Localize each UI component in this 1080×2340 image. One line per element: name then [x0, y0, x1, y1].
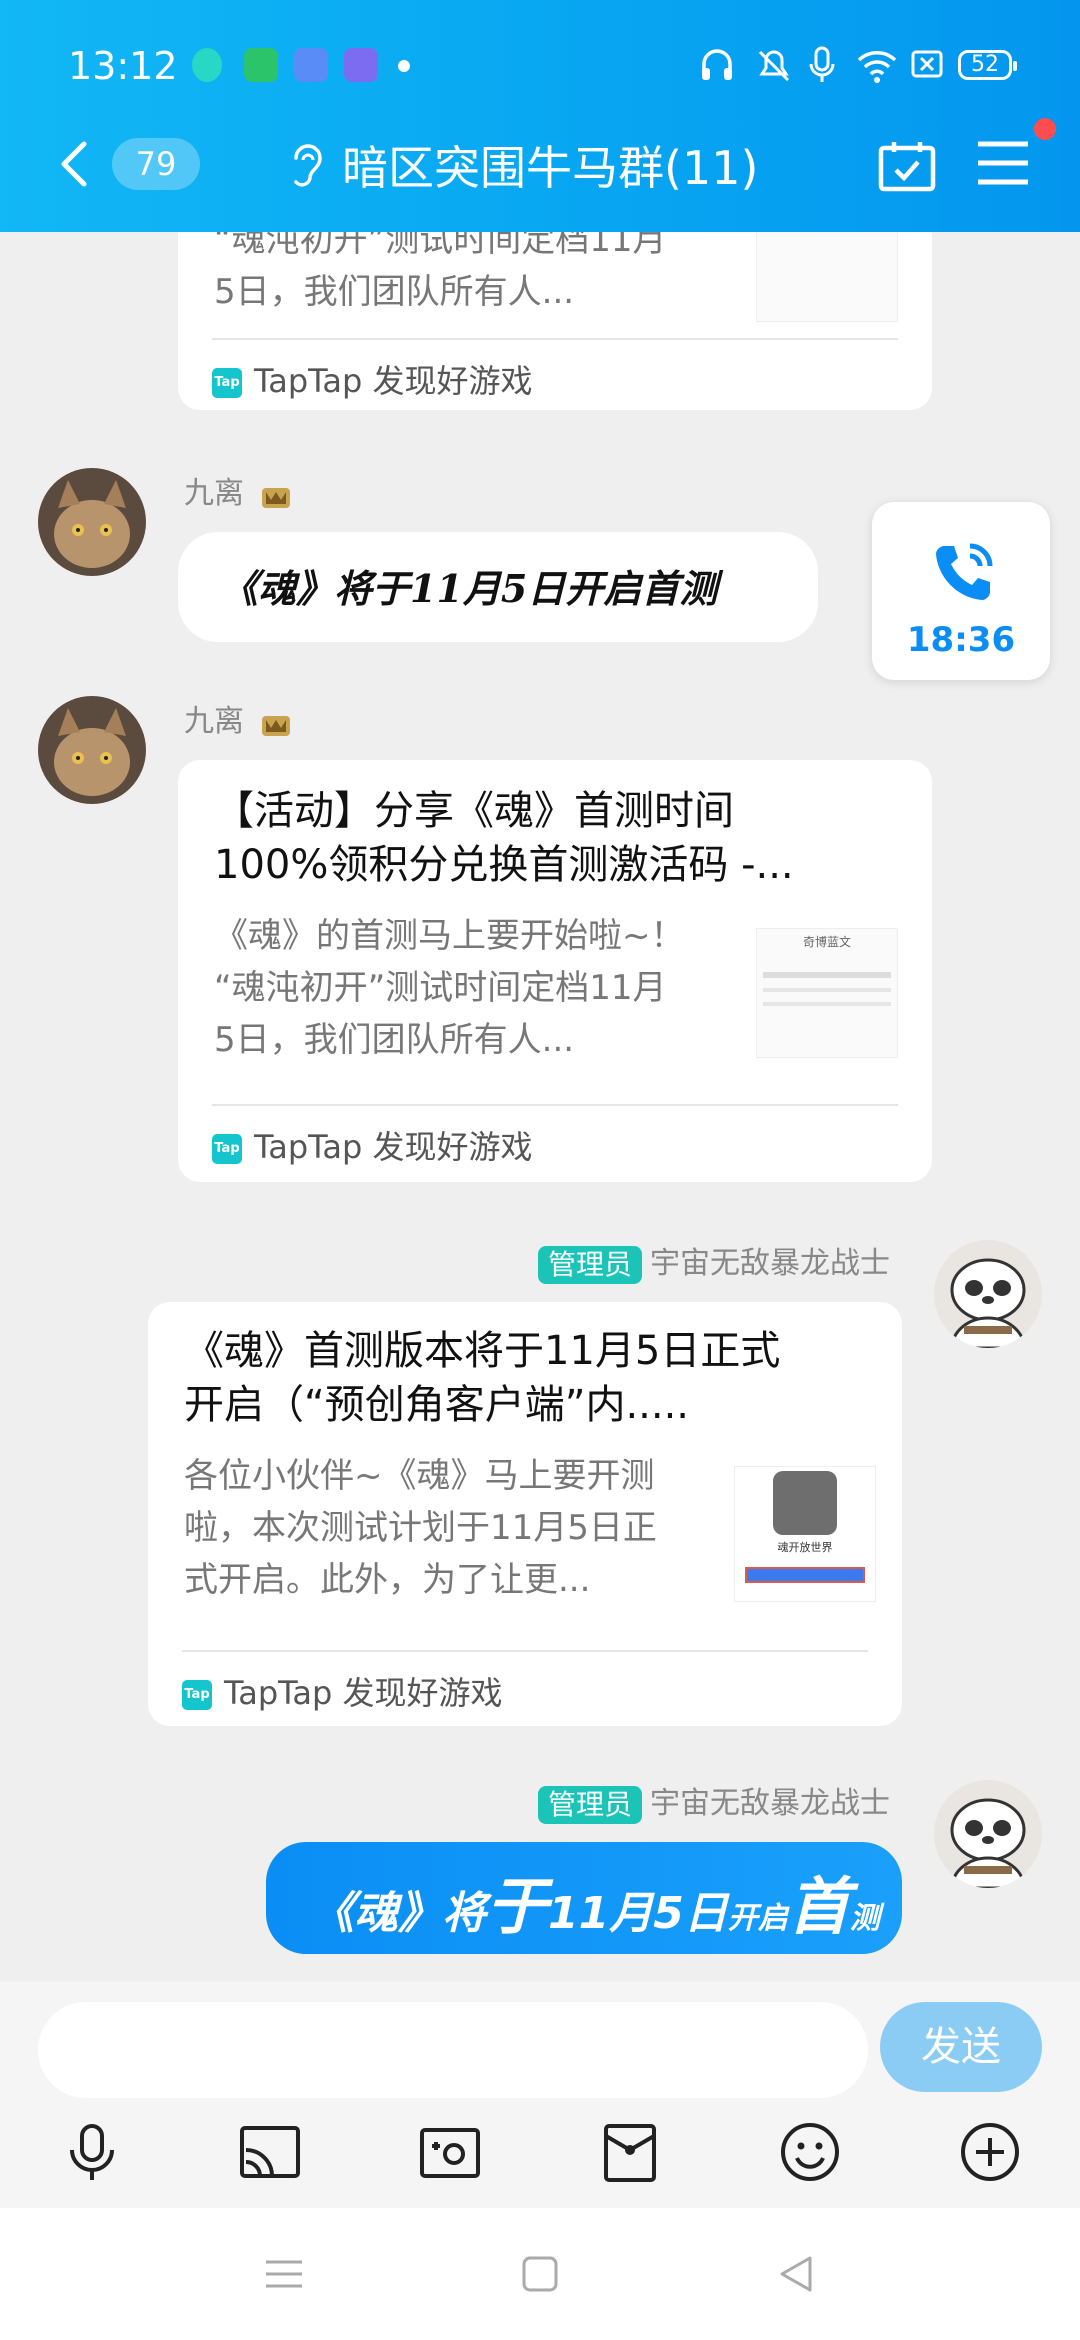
card-thumbnail — [756, 232, 898, 322]
styled-text-message-bubble[interactable]: 《魂》将于11月5日开启首测 — [266, 1842, 902, 1954]
chat-header: 13:12 52 79 暗区突围牛马群(11) — [0, 0, 1080, 232]
avatar[interactable] — [38, 468, 146, 576]
message-input[interactable] — [38, 2002, 868, 2098]
admin-badge: 管理员 — [537, 1245, 642, 1284]
back-triangle-icon[interactable] — [774, 2252, 818, 2296]
message-text: 《魂》将于11月5日开启首测 — [310, 1856, 880, 1946]
message-list[interactable]: “魂沌初开”测试时间定档11月 5日，我们团队所有人... Tap TapTap … — [0, 232, 1080, 1982]
phone-icon — [936, 543, 993, 600]
sender-name-label: 宇宙无敌暴龙战士 — [650, 1246, 890, 1281]
avatar[interactable] — [38, 696, 146, 804]
sender-name-label: 九离 — [184, 476, 244, 511]
microphone-status-icon — [809, 46, 835, 82]
ongoing-call-widget[interactable]: 18:36 — [872, 502, 1050, 680]
taptap-icon: Tap — [212, 368, 242, 398]
emoji-icon[interactable] — [778, 2120, 842, 2184]
thumbnail-caption: 奇博蓝文 — [802, 935, 851, 949]
message-text-part: 开启 — [727, 1901, 788, 1936]
card-source: Tap TapTap 发现好游戏 — [212, 356, 533, 402]
chevron-left-icon[interactable] — [54, 138, 94, 190]
sender-name-label: 宇宙无敌暴龙战士 — [650, 1786, 890, 1821]
message-text-part: 测 — [849, 1901, 880, 1936]
mute-bell-icon — [758, 50, 790, 82]
sender-name-label: 九离 — [184, 704, 244, 739]
card-source-label: TapTap 发现好游戏 — [254, 1128, 533, 1166]
card-description-line: 5日，我们团队所有人... — [214, 272, 575, 312]
sender-name: 九离 — [184, 468, 292, 512]
voice-icon[interactable] — [60, 2120, 124, 2184]
sender-name: 管理员 宇宙无敌暴龙战士 — [537, 1238, 890, 1284]
system-navigation-bar — [0, 2208, 1080, 2340]
calendar-check-icon[interactable] — [878, 140, 936, 192]
input-bar: 发送 — [0, 1982, 1080, 2208]
photo-icon[interactable] — [418, 2120, 482, 2184]
avatar[interactable] — [934, 1240, 1042, 1348]
shared-link-card[interactable]: “魂沌初开”测试时间定档11月 5日，我们团队所有人... Tap TapTap … — [178, 232, 932, 410]
card-description-line: 《魂》的首测马上要开始啦~！ — [214, 916, 685, 956]
card-source: Tap TapTap 发现好游戏 — [212, 1122, 533, 1168]
card-title-line: 【活动】分享《魂》首测时间 — [214, 788, 734, 834]
card-thumbnail: 奇博蓝文 — [756, 928, 898, 1058]
status-time: 13:12 — [68, 44, 178, 88]
message-text-part: 《魂》将 — [310, 1888, 486, 1939]
card-description-line: 式开启。此外，为了让更... — [184, 1560, 591, 1600]
status-bar: 13:12 52 — [0, 0, 1080, 130]
card-description-line: 啦，本次测试计划于11月5日正 — [184, 1508, 657, 1548]
app-pen-icon — [344, 48, 378, 82]
taptap-icon: Tap — [182, 1680, 212, 1710]
card-source-label: TapTap 发现好游戏 — [254, 362, 533, 400]
sender-name: 管理员 宇宙无敌暴龙战士 — [537, 1778, 890, 1824]
sender-name: 九离 — [184, 696, 292, 740]
card-thumbnail: 魂开放世界 — [734, 1466, 876, 1602]
card-description-line: 5日，我们团队所有人... — [214, 1020, 575, 1060]
send-button[interactable]: 发送 — [880, 2002, 1042, 2092]
app-cloud-icon — [294, 48, 328, 82]
text-message-bubble[interactable]: 《魂》将于11月5日开启首测 — [178, 532, 818, 642]
admin-badge: 管理员 — [537, 1785, 642, 1824]
card-title-line: 《魂》首测版本将于11月5日正式 — [184, 1328, 781, 1374]
chat-title[interactable]: 暗区突围牛马群(11) — [342, 132, 758, 198]
thumbnail-caption: 魂开放世界 — [777, 1541, 833, 1554]
card-title-line: 开启（“预创角客户端”内..... — [184, 1382, 690, 1428]
recent-apps-icon[interactable] — [262, 2252, 306, 2296]
card-source: Tap TapTap 发现好游戏 — [182, 1668, 503, 1714]
message-text-part: 首 — [787, 1870, 850, 1943]
card-divider — [182, 1650, 868, 1652]
sim-card-icon — [911, 50, 943, 78]
card-divider — [212, 338, 898, 340]
crown-icon — [261, 487, 290, 508]
message-text-part: 于 — [486, 1870, 549, 1943]
crown-icon — [261, 715, 290, 736]
card-divider — [212, 1104, 898, 1106]
call-duration: 18:36 — [906, 620, 1016, 660]
headset-app-icon — [192, 48, 222, 82]
shared-link-card[interactable]: 【活动】分享《魂》首测时间 100%领积分兑换首测激活码 -... 《魂》的首测… — [178, 760, 932, 1182]
notification-dot — [1034, 118, 1056, 140]
ear-icon — [294, 144, 322, 187]
taptap-icon: Tap — [212, 1134, 242, 1164]
avatar[interactable] — [934, 1780, 1042, 1888]
battery-indicator: 52 — [958, 50, 1017, 80]
unread-count-badge[interactable]: 79 — [112, 138, 200, 190]
card-source-label: TapTap 发现好游戏 — [224, 1674, 503, 1712]
app-green-icon — [244, 48, 278, 82]
hamburger-menu-icon[interactable] — [976, 140, 1030, 186]
plus-icon[interactable] — [958, 2120, 1022, 2184]
card-title-line: 100%领积分兑换首测激活码 -... — [214, 842, 794, 888]
card-description-line: 各位小伙伴~《魂》马上要开测 — [184, 1456, 655, 1496]
red-packet-icon[interactable] — [598, 2120, 662, 2184]
screen-cast-icon[interactable] — [238, 2120, 302, 2184]
message-text-part: 11月5日 — [548, 1888, 728, 1939]
home-icon[interactable] — [518, 2252, 562, 2296]
message-text: 《魂》将于11月5日开启首测 — [220, 566, 718, 611]
card-description-line: “魂沌初开”测试时间定档11月 — [214, 232, 667, 260]
card-description-line: “魂沌初开”测试时间定档11月 — [214, 968, 667, 1008]
shared-link-card[interactable]: 《魂》首测版本将于11月5日正式 开启（“预创角客户端”内..... 各位小伙伴… — [148, 1302, 902, 1726]
wifi-icon — [857, 51, 897, 83]
more-notifications-dot — [398, 60, 410, 72]
headphones-icon — [702, 49, 732, 80]
